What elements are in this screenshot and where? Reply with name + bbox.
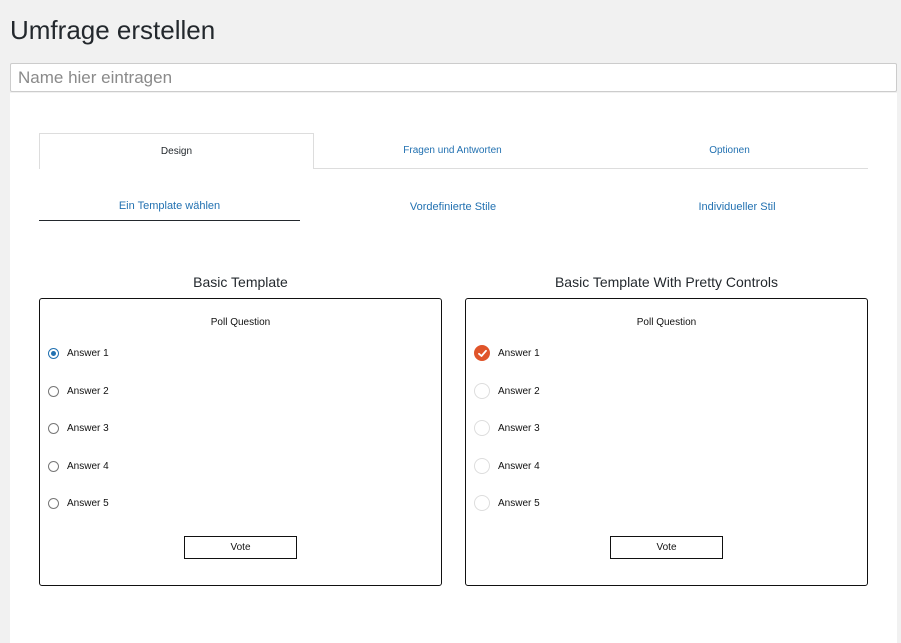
editor-panel: Design Fragen und Antworten Optionen Ein… xyxy=(10,93,897,643)
answer-label: Answer 1 xyxy=(498,347,540,359)
design-subtabs: Ein Template wählen Vordefinierte Stile … xyxy=(39,193,868,221)
pretty-radio[interactable] xyxy=(474,495,490,511)
radio-button[interactable] xyxy=(48,497,59,509)
template-card-basic[interactable]: Poll Question Answer 1 Answer 2 Answer 3… xyxy=(39,298,442,586)
pretty-radio[interactable] xyxy=(474,458,490,474)
answer-label: Answer 1 xyxy=(67,347,109,359)
answer-label: Answer 4 xyxy=(498,460,540,472)
answer-option[interactable]: Answer 4 xyxy=(48,458,109,474)
answer-option[interactable]: Answer 5 xyxy=(474,495,540,511)
page-title: Umfrage erstellen xyxy=(10,15,216,45)
template-card-pretty[interactable]: Poll Question Answer 1 Answer 2 Answer 3… xyxy=(465,298,868,586)
template-title-pretty[interactable]: Basic Template With Pretty Controls xyxy=(465,274,868,290)
answer-option[interactable]: Answer 2 xyxy=(474,383,540,399)
answer-option[interactable]: Answer 4 xyxy=(474,458,540,474)
pretty-radio[interactable] xyxy=(474,383,490,399)
tab-design[interactable]: Design xyxy=(39,133,314,169)
radio-button[interactable] xyxy=(48,422,59,434)
tab-options[interactable]: Optionen xyxy=(591,133,868,168)
answer-option[interactable]: Answer 2 xyxy=(48,383,109,399)
answer-label: Answer 4 xyxy=(67,460,109,472)
answer-label: Answer 5 xyxy=(498,497,540,509)
subtab-custom-style[interactable]: Individueller Stil xyxy=(606,193,868,221)
answer-option[interactable]: Answer 3 xyxy=(474,420,540,436)
answer-label: Answer 2 xyxy=(67,385,109,397)
answer-label: Answer 3 xyxy=(67,422,109,434)
check-icon xyxy=(478,349,487,357)
vote-button[interactable]: Vote xyxy=(184,536,297,559)
poll-question: Poll Question xyxy=(210,317,271,328)
answer-option[interactable]: Answer 1 xyxy=(474,345,540,361)
answer-label: Answer 2 xyxy=(498,385,540,397)
main-tabs: Design Fragen und Antworten Optionen xyxy=(39,133,868,169)
answer-option[interactable]: Answer 3 xyxy=(48,420,109,436)
answer-option[interactable]: Answer 5 xyxy=(48,495,109,511)
pretty-radio[interactable] xyxy=(474,420,490,436)
answer-label: Answer 3 xyxy=(498,422,540,434)
poll-name-input[interactable] xyxy=(10,63,897,92)
pretty-radio-selected[interactable] xyxy=(474,345,490,361)
tab-questions-answers[interactable]: Fragen und Antworten xyxy=(314,133,591,168)
template-title-basic[interactable]: Basic Template xyxy=(39,274,442,290)
radio-button-selected[interactable] xyxy=(48,347,59,359)
subtab-predefined-styles[interactable]: Vordefinierte Stile xyxy=(300,193,606,221)
poll-question: Poll Question xyxy=(636,317,697,328)
radio-button[interactable] xyxy=(48,385,59,397)
answer-label: Answer 5 xyxy=(67,497,109,509)
vote-button[interactable]: Vote xyxy=(610,536,723,559)
subtab-choose-template[interactable]: Ein Template wählen xyxy=(39,193,300,221)
answer-option[interactable]: Answer 1 xyxy=(48,345,109,361)
radio-button[interactable] xyxy=(48,460,59,472)
